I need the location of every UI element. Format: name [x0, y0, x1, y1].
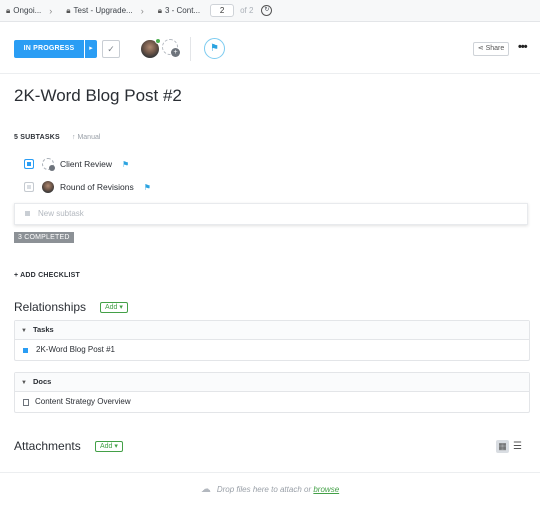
- list-view-icon[interactable]: ☰: [511, 440, 524, 453]
- caret-down-icon: ▼: [21, 328, 27, 334]
- share-label: Share: [485, 45, 505, 52]
- square-icon: [25, 211, 30, 217]
- subtask-label[interactable]: Round of Revisions: [60, 182, 134, 192]
- attachments-title: Attachments: [14, 439, 81, 453]
- docs-section-header[interactable]: ▼ Docs: [15, 373, 529, 392]
- subtask-label[interactable]: Client Review: [60, 159, 112, 169]
- flag-icon[interactable]: ⚑: [122, 160, 129, 169]
- add-assignee-button[interactable]: +: [162, 39, 180, 57]
- attachments-view-toggle: ▦ ☰: [496, 440, 524, 453]
- add-assignee-icon[interactable]: [42, 158, 55, 171]
- avatar[interactable]: [42, 181, 54, 193]
- next-status-button[interactable]: ▸: [85, 40, 97, 58]
- breadcrumb-bar: 🔒︎ Ongoi... › 🔒︎ Test - Upgrade... › 🔒︎ …: [0, 0, 540, 22]
- dropzone-text: Drop files here to attach or: [216, 485, 312, 494]
- divider: [190, 37, 191, 61]
- grid-view-icon[interactable]: ▦: [496, 440, 509, 453]
- page-number-input[interactable]: 2: [210, 4, 235, 17]
- online-status-dot: [155, 38, 161, 44]
- browse-link[interactable]: browse: [313, 485, 339, 494]
- document-icon: [23, 398, 29, 406]
- refresh-icon[interactable]: ↻: [261, 5, 273, 16]
- linked-task-row[interactable]: 2K-Word Blog Post #1: [15, 340, 529, 360]
- status-button[interactable]: IN PROGRESS: [14, 40, 84, 58]
- add-checklist-button[interactable]: + ADD CHECKLIST: [14, 272, 80, 279]
- add-relationship-button[interactable]: Add ▾: [100, 302, 128, 313]
- sort-control[interactable]: ↑ Manual: [72, 134, 100, 141]
- linked-task-label[interactable]: 2K-Word Blog Post #1: [36, 340, 115, 360]
- new-subtask-input[interactable]: New subtask: [14, 203, 528, 225]
- tasks-section-header[interactable]: ▼ Tasks: [15, 321, 529, 340]
- relationships-docs-panel: ▼ Docs Content Strategy Overview: [14, 372, 530, 413]
- breadcrumb-label: Ongoi...: [13, 6, 42, 15]
- task-header: IN PROGRESS ▸ ✓ + ⚑ ⋖ Share •••: [0, 22, 540, 74]
- flag-icon: ⚑: [210, 43, 219, 54]
- subtask-status-checkbox[interactable]: [24, 159, 34, 169]
- docs-heading: Docs: [32, 377, 52, 386]
- caret-down-icon: ▼: [21, 380, 27, 386]
- chevron-right-icon: ›: [49, 5, 53, 16]
- subtask-row[interactable]: Round of Revisions ⚑: [24, 180, 151, 194]
- lock-icon: 🔒︎: [6, 5, 11, 15]
- tasks-heading: Tasks: [32, 325, 54, 334]
- lock-icon: 🔒︎: [66, 5, 71, 15]
- task-title[interactable]: 2K-Word Blog Post #2: [14, 86, 182, 106]
- subtask-status-checkbox[interactable]: [24, 182, 34, 192]
- subtasks-heading: 5 SUBTASKS: [14, 134, 60, 141]
- breadcrumb-item-3[interactable]: 🔒︎ 3 - Cont...: [152, 6, 200, 16]
- linked-doc-label[interactable]: Content Strategy Overview: [35, 392, 131, 412]
- subtask-row[interactable]: Client Review ⚑: [24, 157, 129, 171]
- plus-icon: +: [171, 48, 180, 57]
- share-icon: ⋖: [477, 45, 486, 52]
- share-button[interactable]: ⋖ Share: [473, 42, 509, 56]
- attachment-dropzone[interactable]: ☁ Drop files here to attach or browse: [0, 472, 540, 505]
- breadcrumb-label: 3 - Cont...: [164, 6, 201, 15]
- new-subtask-placeholder: New subtask: [38, 209, 84, 218]
- breadcrumb-item-2[interactable]: 🔒︎ Test - Upgrade...: [60, 6, 132, 16]
- relationships-tasks-panel: ▼ Tasks 2K-Word Blog Post #1: [14, 320, 530, 361]
- flag-icon[interactable]: ⚑: [144, 183, 151, 192]
- task-pager: 2 of 2 ↻: [210, 4, 273, 17]
- priority-flag-button[interactable]: ⚑: [204, 38, 225, 59]
- breadcrumb-label: Test - Upgrade...: [73, 6, 133, 15]
- cloud-upload-icon: ☁: [200, 484, 211, 495]
- completed-subtasks-toggle[interactable]: 3 COMPLETED: [14, 232, 74, 243]
- relationships-title: Relationships: [14, 300, 87, 314]
- chevron-right-icon: ›: [140, 5, 144, 16]
- linked-doc-row[interactable]: Content Strategy Overview: [15, 392, 529, 412]
- task-status-icon: [23, 347, 28, 353]
- lock-icon: 🔒︎: [157, 5, 162, 15]
- more-options-button[interactable]: •••: [518, 41, 528, 53]
- add-attachment-button[interactable]: Add ▾: [95, 441, 123, 452]
- breadcrumb-item-1[interactable]: 🔒︎ Ongoi...: [0, 6, 41, 16]
- sort-label: Manual: [77, 134, 101, 141]
- complete-checkmark-button[interactable]: ✓: [102, 40, 120, 58]
- page-total: of 2: [240, 6, 254, 15]
